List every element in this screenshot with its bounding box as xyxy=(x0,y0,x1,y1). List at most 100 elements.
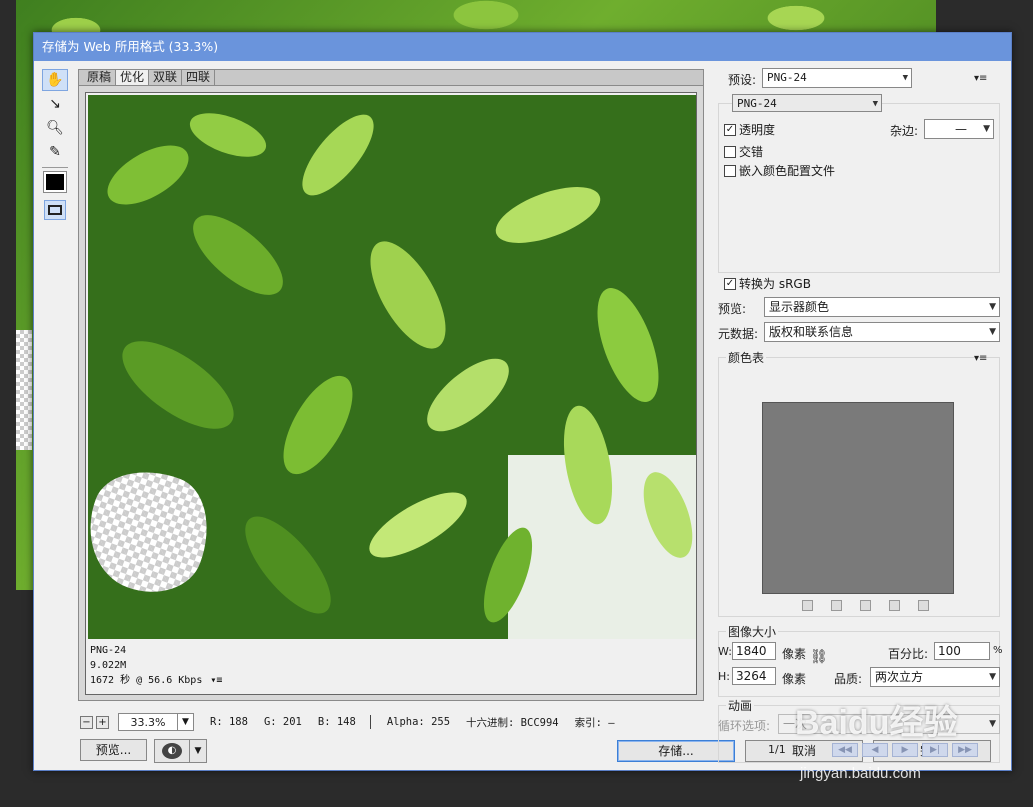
interlaced-checkbox[interactable]: 交错 xyxy=(724,143,763,160)
frame-counter: 1/1 xyxy=(768,743,786,756)
lock-color-icon[interactable] xyxy=(860,600,871,611)
constrain-link-icon[interactable]: ⛓ xyxy=(810,649,828,665)
matte-label: 杂边: xyxy=(890,124,919,138)
stat-index: 索引: — xyxy=(574,716,615,729)
checkbox-box xyxy=(724,145,736,158)
chevron-down-icon: ▼ xyxy=(989,302,996,312)
matte-select[interactable]: — ▼ xyxy=(924,119,994,139)
tab-original[interactable]: 原稿 xyxy=(83,70,117,85)
stat-alpha: Alpha: 255 xyxy=(386,716,451,728)
image-size-group xyxy=(718,631,1000,697)
embed-profile-checkbox[interactable]: 嵌入颜色配置文件 xyxy=(724,162,835,179)
download-time-text: 1672 秒 @ 56.6 Kbps xyxy=(90,675,203,686)
trash-icon[interactable] xyxy=(918,600,929,611)
first-frame-icon[interactable]: ◀◀ xyxy=(832,743,858,757)
color-table-swatch-area[interactable] xyxy=(762,402,954,594)
slice-select-tool-icon[interactable]: ↘ xyxy=(42,93,68,115)
eyedropper-tool-icon[interactable]: ✎ xyxy=(42,141,68,163)
convert-srgb-label: 转换为 sRGB xyxy=(739,277,811,291)
info-download-time: 1672 秒 @ 56.6 Kbps ▾≡ xyxy=(90,673,222,688)
preview-panel: 原稿 优化 双联 四联 PNG-24 9.022M 1672 秒 @ 56.6 … xyxy=(78,69,704,701)
checkbox-box: ✓ xyxy=(724,123,736,136)
status-bar: − + 33.3% ▼ R: 188 G: 201 B: 148 Alpha: 2… xyxy=(80,711,700,733)
stat-blue: B: 148 xyxy=(317,716,356,728)
color-table-menu-icon[interactable]: ▾≡ xyxy=(974,353,987,364)
format-value: PNG-24 xyxy=(737,97,777,110)
zoom-out-button[interactable]: − xyxy=(80,715,93,729)
tab-optimized[interactable]: 优化 xyxy=(116,70,150,85)
checkbox-box: ✓ xyxy=(724,277,736,290)
metadata-value: 版权和联系信息 xyxy=(769,325,854,339)
transparency-checkbox[interactable]: ✓ 透明度 xyxy=(724,121,775,138)
hand-tool-icon[interactable]: ✋ xyxy=(42,69,68,91)
percent-input[interactable]: 100 xyxy=(934,642,990,660)
eyedropper-color-swatch[interactable] xyxy=(43,171,67,193)
height-unit: 像素 xyxy=(782,672,807,686)
color-table-label: 颜色表 xyxy=(726,349,767,366)
web-shift-icon[interactable] xyxy=(831,600,842,611)
checkbox-box xyxy=(724,164,736,177)
zoom-tool-icon[interactable]: 🔍︎ xyxy=(42,117,68,139)
tab-4-up[interactable]: 四联 xyxy=(182,70,216,85)
width-input[interactable]: 1840 xyxy=(732,642,776,660)
chevron-down-icon: ▼ xyxy=(902,73,908,83)
zoom-select[interactable]: 33.3% ▼ xyxy=(118,713,194,731)
stat-green: G: 201 xyxy=(263,716,302,728)
preview-select[interactable]: 显示器颜色 ▼ xyxy=(764,297,1000,317)
height-input[interactable]: 3264 xyxy=(732,667,776,685)
background-transparency xyxy=(16,330,32,450)
quality-select[interactable]: 两次立方 ▼ xyxy=(870,667,1000,687)
metadata-select[interactable]: 版权和联系信息 ▼ xyxy=(764,322,1000,342)
quality-value: 两次立方 xyxy=(875,670,924,684)
new-color-icon[interactable] xyxy=(889,600,900,611)
map-color-icon[interactable] xyxy=(802,600,813,611)
baidu-watermark-logo: Baidu经验 xyxy=(795,704,958,742)
chevron-down-icon: ▼ xyxy=(872,99,878,109)
chevron-down-icon[interactable]: ▼ xyxy=(189,740,206,762)
stat-hex: 十六进制: BCC994 xyxy=(466,716,559,729)
zoom-value: 33.3% xyxy=(130,715,166,729)
format-select[interactable]: PNG-24 ▼ xyxy=(732,94,882,112)
save-for-web-dialog: 存储为 Web 所用格式 (33.3%) ✋ ↘ 🔍︎ ✎ 原稿 优化 双联 四… xyxy=(33,32,1012,771)
metadata-label: 元数据: xyxy=(718,327,759,341)
interlaced-label: 交错 xyxy=(739,145,764,159)
toggle-slices-icon[interactable] xyxy=(44,200,66,220)
animation-controls: ◀◀ ◀ ▶ ▶| ▶▶ xyxy=(832,743,978,757)
next-frame-icon[interactable]: ▶| xyxy=(922,743,948,757)
matte-value: — xyxy=(955,122,967,136)
baidu-watermark-url: jingyan.baidu.com xyxy=(800,765,921,782)
preset-label: 预设: xyxy=(728,73,757,87)
optimized-image-preview[interactable] xyxy=(88,95,696,639)
color-table-tools xyxy=(802,600,929,611)
tab-2-up[interactable]: 双联 xyxy=(149,70,183,85)
view-tabs: 原稿 优化 双联 四联 xyxy=(79,70,703,86)
previous-frame-icon[interactable]: ◀ xyxy=(862,743,888,757)
percent-label: 百分比: xyxy=(888,647,929,661)
last-frame-icon[interactable]: ▶▶ xyxy=(952,743,978,757)
width-label: W: xyxy=(718,645,732,658)
animation-label: 动画 xyxy=(726,697,755,714)
browser-preview-button[interactable]: ◐ ▼ xyxy=(154,739,207,763)
tool-divider xyxy=(42,167,68,168)
play-icon[interactable]: ▶ xyxy=(892,743,918,757)
transparency-label: 透明度 xyxy=(739,123,776,137)
stat-red: R: 188 xyxy=(210,716,248,728)
chevron-down-icon: ▼ xyxy=(989,672,996,682)
optimize-menu-icon[interactable]: ▾≡ xyxy=(974,73,987,84)
preview-value: 显示器颜色 xyxy=(769,300,830,314)
height-label: H: xyxy=(718,670,730,683)
zoom-in-button[interactable]: + xyxy=(96,715,109,729)
preview-button[interactable]: 预览... xyxy=(80,739,147,761)
quality-label: 品质: xyxy=(834,672,863,686)
info-file-size: 9.022M xyxy=(90,660,127,671)
loop-options-label: 循环选项: xyxy=(718,719,771,733)
chevron-down-icon: ▼ xyxy=(989,327,996,337)
info-menu-icon[interactable]: ▾≡ xyxy=(210,675,222,686)
preset-select[interactable]: PNG-24 ▼ xyxy=(762,68,912,88)
dialog-title: 存储为 Web 所用格式 (33.3%) xyxy=(34,33,1011,61)
image-size-label: 图像大小 xyxy=(726,623,779,640)
preview-label: 预览: xyxy=(718,302,747,316)
optimization-info: PNG-24 9.022M 1672 秒 @ 56.6 Kbps ▾≡ xyxy=(90,643,222,688)
convert-srgb-checkbox[interactable]: ✓ 转换为 sRGB xyxy=(724,275,811,292)
chevron-down-icon: ▼ xyxy=(989,719,996,729)
